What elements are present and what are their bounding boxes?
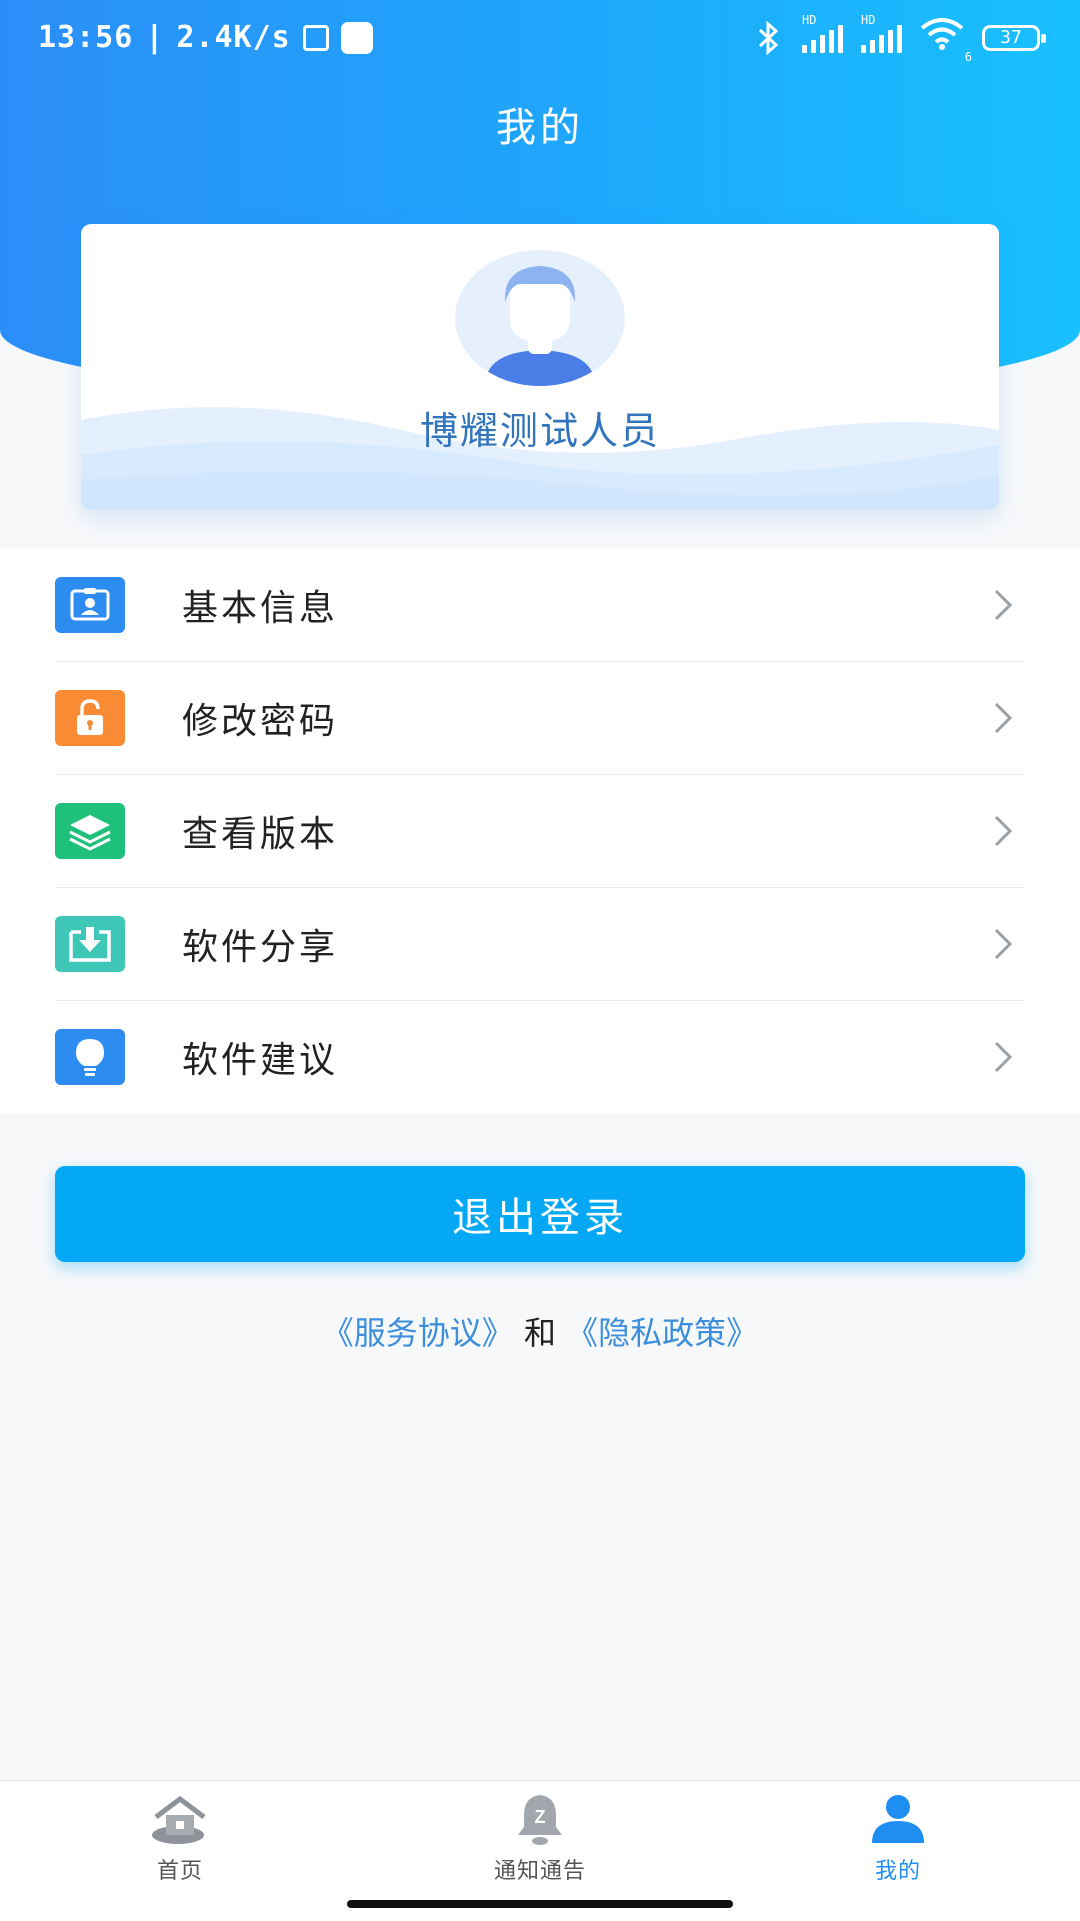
app-notification-icon — [340, 21, 373, 54]
home-indicator[interactable] — [347, 1900, 733, 1908]
chevron-right-icon — [994, 1041, 1013, 1072]
avatar[interactable] — [455, 250, 625, 386]
chevron-right-icon — [994, 928, 1013, 959]
tab-mine[interactable]: 我的 — [798, 1791, 998, 1901]
network-speed: 2.4K/s — [176, 20, 291, 55]
svg-text:Z: Z — [535, 1807, 546, 1827]
menu-item-label: 基本信息 — [182, 587, 339, 629]
menu-item-basic-info[interactable]: 基本信息 — [0, 548, 1080, 661]
unlock-icon — [55, 689, 125, 746]
id-card-icon — [55, 576, 125, 633]
chevron-right-icon — [994, 702, 1013, 733]
agreements-line: 《服务协议》 和 《隐私政策》 — [0, 1308, 1080, 1354]
tab-label: 通知通告 — [493, 1859, 586, 1884]
tab-label: 我的 — [874, 1859, 921, 1884]
battery-icon: 37 — [982, 25, 1046, 51]
cell-signal-1-icon: HD — [802, 13, 843, 53]
profile-card: 博耀测试人员 — [81, 224, 999, 510]
tab-label: 首页 — [156, 1859, 203, 1884]
layers-icon — [55, 802, 125, 859]
user-name: 博耀测试人员 — [419, 409, 660, 453]
menu-item-label: 查看版本 — [182, 813, 339, 855]
nfc-icon — [302, 24, 329, 51]
page-title: 我的 — [496, 105, 584, 151]
menu-item-label: 修改密码 — [182, 700, 339, 742]
user-avatar-icon — [485, 266, 595, 386]
chevron-right-icon — [994, 815, 1013, 846]
chevron-right-icon — [994, 589, 1013, 620]
cell-signal-2-icon: HD — [861, 13, 902, 53]
tab-home[interactable]: 首页 — [80, 1791, 280, 1901]
menu-item-check-version[interactable]: 查看版本 — [0, 774, 1080, 887]
tab-notices[interactable]: Z 通知通告 — [440, 1791, 640, 1901]
menu-item-label: 软件建议 — [182, 1039, 339, 1081]
user-icon — [872, 1795, 924, 1843]
logout-button[interactable]: 退出登录 — [55, 1166, 1025, 1262]
status-bar: 13:56 | 2.4K/s HD HD 6 37 — [0, 0, 1080, 80]
wifi-icon: 6 — [920, 18, 972, 64]
agreements-and-text: 和 — [523, 1314, 556, 1352]
privacy-policy-link[interactable]: 《隐私政策》 — [566, 1314, 758, 1352]
lightbulb-icon — [55, 1028, 125, 1085]
bluetooth-icon — [758, 21, 779, 55]
service-agreement-link[interactable]: 《服务协议》 — [322, 1314, 514, 1352]
status-time: 13:56 — [38, 20, 134, 55]
menu-item-label: 软件分享 — [182, 926, 339, 968]
settings-menu: 基本信息 修改密码 查看版本 软件分享 软件建议 — [0, 548, 1080, 1113]
menu-item-share-app[interactable]: 软件分享 — [0, 887, 1080, 1000]
bell-icon: Z — [518, 1795, 562, 1845]
home-icon — [152, 1795, 206, 1844]
menu-item-change-password[interactable]: 修改密码 — [0, 661, 1080, 774]
download-tray-icon — [55, 915, 125, 972]
menu-item-feedback[interactable]: 软件建议 — [0, 1000, 1080, 1113]
